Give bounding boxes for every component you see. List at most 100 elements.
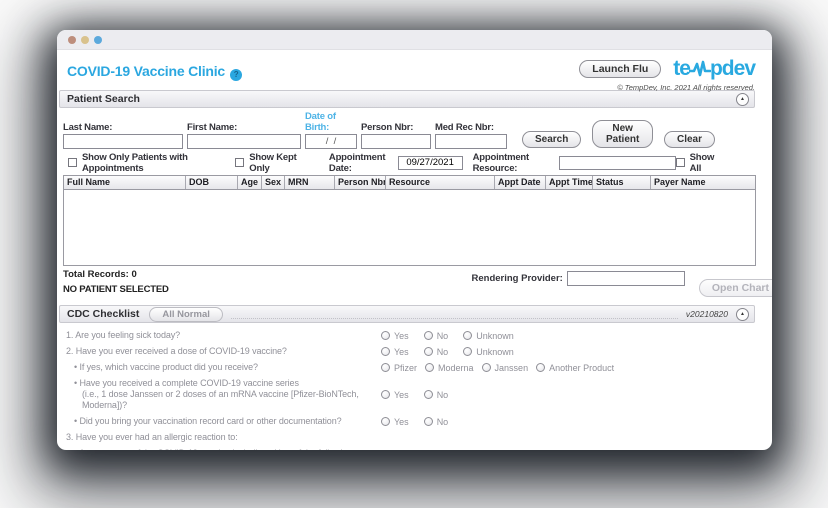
patient-search-section-bar: Patient Search ▲ — [59, 90, 755, 108]
window-close-dot[interactable] — [68, 36, 76, 44]
radio-no[interactable] — [424, 390, 433, 399]
search-button[interactable]: Search — [522, 131, 581, 148]
column-header-appt-date[interactable]: Appt Date — [495, 176, 546, 189]
dob-label: Date of Birth: — [305, 111, 357, 133]
launch-flu-button[interactable]: Launch Flu — [579, 60, 661, 78]
checklist-question-row: • Did you bring your vaccination record … — [57, 416, 755, 427]
show-all-label: Show All — [690, 152, 717, 174]
radio-label: No — [437, 390, 449, 400]
checklist-question-row: 1. Are you feeling sick today?YesNoUnkno… — [57, 330, 755, 341]
show-only-appts-checkbox[interactable] — [68, 158, 77, 167]
appointment-resource-input[interactable] — [559, 156, 676, 170]
radio-no[interactable] — [424, 347, 433, 356]
window-minimize-dot[interactable] — [81, 36, 89, 44]
radio-janssen[interactable] — [482, 363, 491, 372]
column-header-sex[interactable]: Sex — [262, 176, 285, 189]
show-only-appts-label: Show Only Patients with Appointments — [82, 152, 213, 174]
radio-moderna[interactable] — [425, 363, 434, 372]
no-patient-selected-text: NO PATIENT SELECTED — [63, 284, 169, 295]
option-yes: Yes — [381, 390, 409, 400]
search-filters-row: Show Only Patients with Appointments Sho… — [63, 155, 755, 170]
show-kept-only-checkbox[interactable] — [235, 158, 244, 167]
radio-unknown[interactable] — [463, 331, 472, 340]
header-right: Launch Flu te pdev © TempDev, Inc. 2021 … — [579, 57, 755, 92]
radio-unknown[interactable] — [463, 347, 472, 356]
option-janssen: Janssen — [482, 363, 529, 373]
cdc-checklist-section-bar: CDC Checklist All Normal v20210820 ▲ — [59, 305, 755, 323]
question-options: YesNoUnknown — [381, 331, 529, 341]
column-header-age[interactable]: Age — [238, 176, 262, 189]
option-yes: Yes — [381, 347, 409, 357]
column-header-full-name[interactable]: Full Name — [64, 176, 186, 189]
radio-no[interactable] — [424, 331, 433, 340]
checklist-question-row: 3. Have you ever had an allergic reactio… — [57, 432, 755, 443]
show-all-checkbox[interactable] — [676, 158, 685, 167]
pulse-icon — [689, 59, 711, 79]
column-header-mrn[interactable]: MRN — [285, 176, 335, 189]
radio-no[interactable] — [424, 417, 433, 426]
radio-yes[interactable] — [381, 331, 390, 340]
first-name-input[interactable] — [187, 134, 301, 149]
question-options: YesNo — [381, 417, 463, 427]
clear-button[interactable]: Clear — [664, 131, 715, 148]
last-name-input[interactable] — [63, 134, 183, 149]
column-header-status[interactable]: Status — [593, 176, 651, 189]
radio-pfizer[interactable] — [381, 363, 390, 372]
med-rec-nbr-input[interactable] — [435, 134, 507, 149]
table-body[interactable] — [64, 190, 755, 265]
question-line: • If yes, which vaccine product did you … — [57, 362, 381, 373]
radio-yes[interactable] — [381, 347, 390, 356]
first-name-field-group: First Name: — [187, 122, 301, 149]
radio-another-product[interactable] — [536, 363, 545, 372]
app-header: COVID-19 Vaccine Clinic? Launch Flu te p… — [57, 50, 772, 90]
logo-suffix: pdev — [710, 57, 755, 81]
radio-label: No — [437, 347, 449, 357]
question-line: 3. Have you ever had an allergic reactio… — [57, 432, 381, 443]
dob-field-group: Date of Birth: — [305, 111, 357, 149]
option-pfizer: Pfizer — [381, 363, 417, 373]
page-title: COVID-19 Vaccine Clinic? — [67, 63, 242, 81]
radio-label: Yes — [394, 331, 409, 341]
window-maximize-dot[interactable] — [94, 36, 102, 44]
med-rec-nbr-label: Med Rec Nbr: — [435, 122, 507, 133]
window-titlebar — [57, 30, 772, 50]
column-header-person-nbr[interactable]: Person Nbr — [335, 176, 386, 189]
all-normal-button[interactable]: All Normal — [149, 307, 223, 322]
question-text: 1. Are you feeling sick today? — [57, 330, 381, 341]
app-window: COVID-19 Vaccine Clinic? Launch Flu te p… — [57, 30, 772, 450]
results-footer: Total Records: 0 NO PATIENT SELECTED Ren… — [63, 269, 755, 297]
column-header-dob[interactable]: DOB — [186, 176, 238, 189]
radio-label: Janssen — [495, 363, 529, 373]
column-header-resource[interactable]: Resource — [386, 176, 495, 189]
column-header-appt-time[interactable]: Appt Time — [546, 176, 593, 189]
med-rec-nbr-field-group: Med Rec Nbr: — [435, 122, 507, 149]
info-icon[interactable]: ? — [230, 69, 242, 81]
radio-label: Unknown — [476, 347, 514, 357]
show-kept-only-group: Show Kept Only — [235, 152, 302, 174]
option-no: No — [424, 390, 449, 400]
appointment-date-label: Appointment Date: — [329, 152, 394, 174]
checklist-question-row: 2. Have you ever received a dose of COVI… — [57, 346, 755, 357]
radio-label: Yes — [394, 390, 409, 400]
cdc-checklist-collapse-button[interactable]: ▲ — [736, 308, 749, 321]
total-records-text: Total Records: 0 — [63, 269, 169, 280]
person-nbr-label: Person Nbr: — [361, 122, 431, 133]
dob-input[interactable] — [305, 134, 357, 149]
patient-search-collapse-button[interactable]: ▲ — [736, 93, 749, 106]
person-nbr-input[interactable] — [361, 134, 431, 149]
rendering-provider-input[interactable] — [567, 271, 685, 286]
rendering-provider-group: Rendering Provider: Open Chart — [472, 269, 756, 297]
desktop-background: COVID-19 Vaccine Clinic? Launch Flu te p… — [0, 0, 828, 508]
radio-yes[interactable] — [381, 417, 390, 426]
new-patient-button[interactable]: New Patient — [592, 120, 653, 148]
open-chart-button[interactable]: Open Chart — [699, 279, 772, 297]
question-line: • Have you received a complete COVID-19 … — [57, 378, 381, 389]
question-options: Yes No — [381, 390, 463, 400]
column-header-payer-name[interactable]: Payer Name — [651, 176, 755, 189]
show-all-group: Show All — [676, 152, 717, 174]
radio-yes[interactable] — [381, 390, 390, 399]
appointment-date-input[interactable] — [398, 156, 463, 170]
radio-label: Another Product — [549, 363, 614, 373]
option-no: No — [424, 417, 449, 427]
question-text: • Have you received a complete COVID-19 … — [57, 378, 381, 411]
